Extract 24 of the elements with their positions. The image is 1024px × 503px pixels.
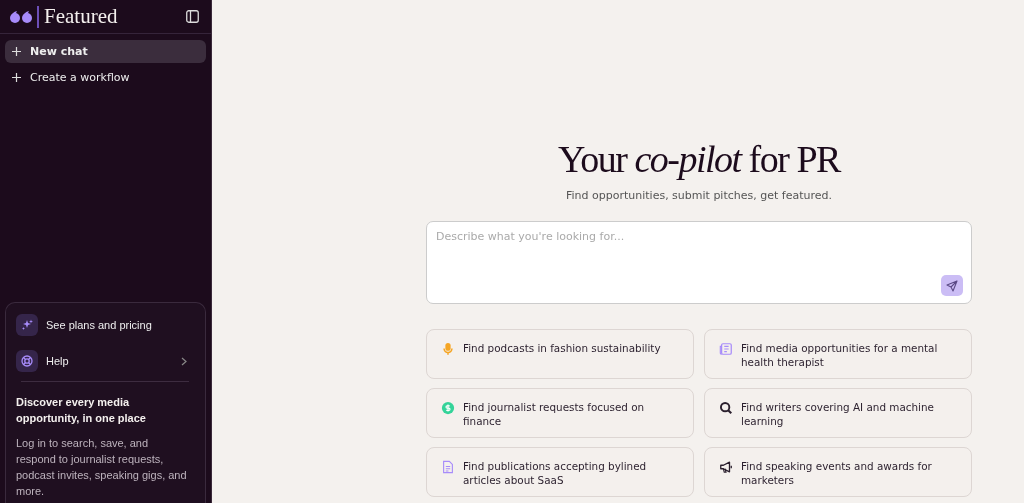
- quote-icon: [10, 10, 32, 23]
- sidebar-link[interactable]: Help: [16, 349, 195, 373]
- suggestion-card[interactable]: Find podcasts in fashion sustainability: [426, 329, 694, 379]
- send-button[interactable]: [941, 275, 963, 296]
- sidebar-toggle-icon[interactable]: [186, 10, 199, 23]
- suggestion-card[interactable]: Find journalist requests focused on finance: [426, 388, 694, 438]
- prompt-field[interactable]: Describe what you're looking for...: [426, 221, 972, 304]
- headline: Your co-pilot for PR: [557, 137, 842, 182]
- promo-title: Discover every media opportunity, in one place: [16, 395, 147, 426]
- plus-icon: [12, 47, 21, 56]
- suggestion-card[interactable]: Find media opportunities for a mental health therapist: [704, 329, 972, 379]
- send-icon: [946, 279, 958, 292]
- promo-text: Log in to search, save, and respond to journalist requests, podcast invites, speaking gigs, and more.: [16, 436, 188, 499]
- sidebar-link[interactable]: See plans and pricing: [16, 313, 195, 337]
- subtitle: Find opportunities, submit pitches, get featured.: [564, 189, 833, 202]
- nav-item[interactable]: New chat: [5, 40, 206, 63]
- brand-name: Featured: [44, 4, 118, 29]
- nav-item[interactable]: Create a workflow: [5, 66, 206, 89]
- suggestion-card[interactable]: Find writers covering AI and machine learning: [704, 388, 972, 438]
- plus-icon: [12, 73, 21, 82]
- sparkle-icon: [16, 314, 38, 336]
- suggestion-card[interactable]: Find publications accepting bylined articles about SaaS: [426, 447, 694, 497]
- suggestion-card[interactable]: Find speaking events and awards for marketers: [704, 447, 972, 497]
- lifebuoy-icon: [16, 350, 38, 372]
